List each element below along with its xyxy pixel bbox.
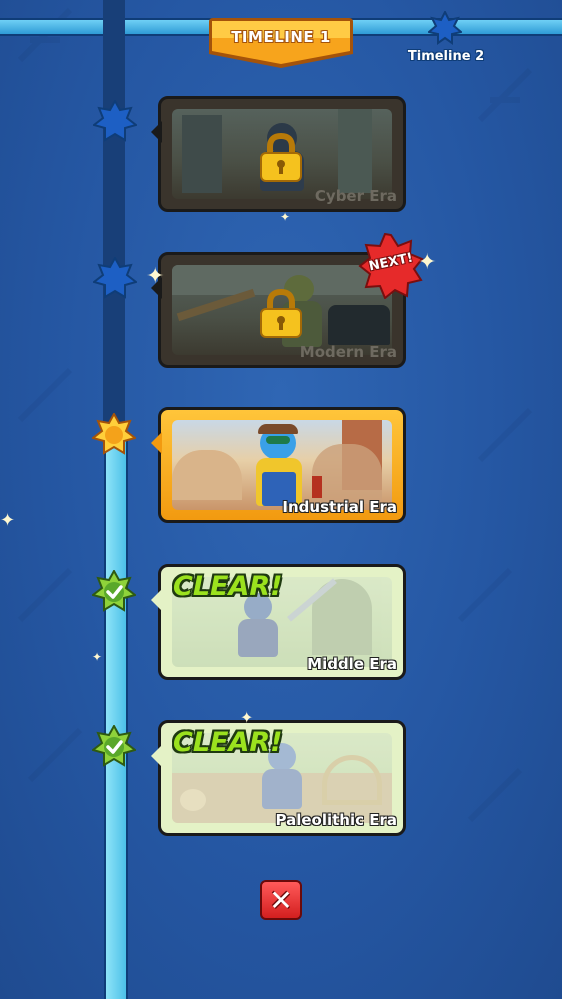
timeline-2-star-icon[interactable]: [428, 11, 462, 45]
card-pointer: [151, 745, 162, 767]
sparkle-icon: ✦: [280, 210, 291, 224]
card-pointer: [151, 121, 162, 143]
lock-icon: [260, 289, 302, 338]
timeline-track-locked: [103, 0, 125, 440]
era-name: Paleolithic Era: [275, 811, 398, 829]
sparkle-icon: ✦: [418, 250, 437, 275]
current-sun-node-icon: [92, 413, 136, 455]
era-name: Middle Era: [307, 655, 397, 673]
sparkle-icon: ✦: [240, 708, 254, 727]
timeline-track-progress: [104, 440, 128, 999]
sparkle-icon: ✦: [92, 650, 103, 664]
era-card-cyber[interactable]: Cyber Era: [151, 96, 406, 212]
card-pointer: [151, 432, 162, 454]
locked-star-node-icon: [93, 100, 137, 142]
tab-timeline-1[interactable]: TIMELINE 1: [207, 18, 355, 68]
close-button[interactable]: ✕: [260, 880, 302, 920]
era-card-industrial[interactable]: Industrial Era: [151, 407, 406, 523]
sparkle-icon: ✦: [146, 264, 165, 289]
close-icon: ✕: [269, 884, 293, 917]
card-pointer: [151, 589, 162, 611]
tab-timeline-2[interactable]: Timeline 2: [406, 49, 486, 64]
clear-label: CLEAR!: [173, 727, 283, 758]
locked-star-node-icon: [93, 257, 137, 299]
era-name: Industrial Era: [282, 498, 397, 516]
tab-label: TIMELINE 1: [231, 28, 331, 46]
clear-label: CLEAR!: [173, 571, 283, 602]
sparkle-icon: ✦: [0, 510, 16, 531]
era-card-paleolithic[interactable]: CLEAR! Paleolithic Era: [151, 720, 406, 836]
era-name: Modern Era: [299, 343, 397, 361]
lock-icon: [260, 133, 302, 182]
era-card-middle[interactable]: CLEAR! Middle Era: [151, 564, 406, 680]
era-name: Cyber Era: [314, 187, 397, 205]
cleared-check-node-icon: [92, 570, 136, 612]
cleared-check-node-icon: [92, 725, 136, 767]
era-artwork: [172, 420, 392, 510]
